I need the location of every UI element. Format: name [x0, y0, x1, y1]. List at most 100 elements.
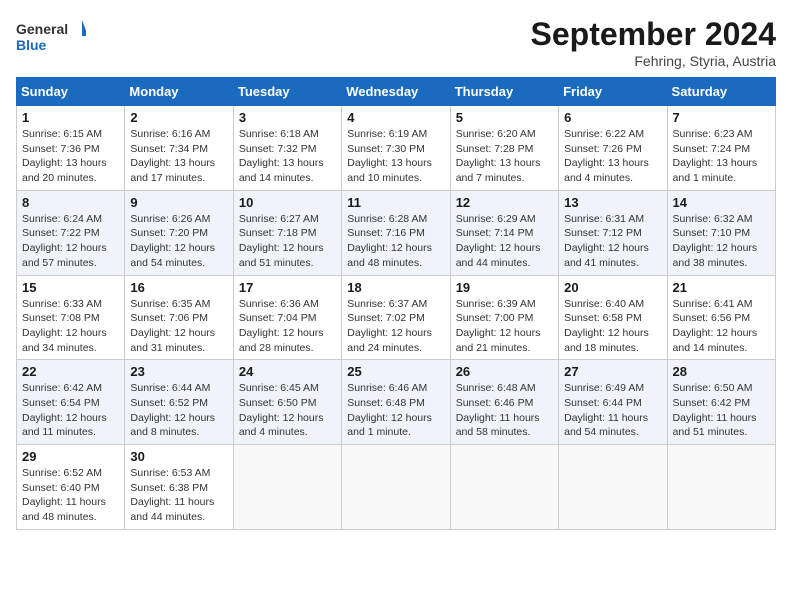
table-row: 22 Sunrise: 6:42 AMSunset: 6:54 PMDayligh…: [17, 360, 125, 445]
month-title: September 2024: [531, 16, 776, 53]
day-number: 29: [22, 449, 119, 464]
day-info: Sunrise: 6:44 AMSunset: 6:52 PMDaylight:…: [130, 381, 227, 440]
day-info: Sunrise: 6:41 AMSunset: 6:56 PMDaylight:…: [673, 297, 770, 356]
day-info: Sunrise: 6:50 AMSunset: 6:42 PMDaylight:…: [673, 381, 770, 440]
day-info: Sunrise: 6:24 AMSunset: 7:22 PMDaylight:…: [22, 212, 119, 271]
day-info: Sunrise: 6:18 AMSunset: 7:32 PMDaylight:…: [239, 127, 336, 186]
day-number: 8: [22, 195, 119, 210]
table-row: [450, 445, 558, 530]
table-row: [559, 445, 667, 530]
table-row: 30 Sunrise: 6:53 AMSunset: 6:38 PMDayligh…: [125, 445, 233, 530]
day-info: Sunrise: 6:46 AMSunset: 6:48 PMDaylight:…: [347, 381, 444, 440]
day-number: 11: [347, 195, 444, 210]
day-number: 3: [239, 110, 336, 125]
table-row: 27 Sunrise: 6:49 AMSunset: 6:44 PMDayligh…: [559, 360, 667, 445]
table-row: 21Sunrise: 6:41 AMSunset: 6:56 PMDayligh…: [667, 275, 775, 360]
day-info: Sunrise: 6:35 AMSunset: 7:06 PMDaylight:…: [130, 297, 227, 356]
table-row: 9 Sunrise: 6:26 AMSunset: 7:20 PMDaylight…: [125, 190, 233, 275]
day-number: 14: [673, 195, 770, 210]
day-info: Sunrise: 6:42 AMSunset: 6:54 PMDaylight:…: [22, 381, 119, 440]
day-info: Sunrise: 6:49 AMSunset: 6:44 PMDaylight:…: [564, 381, 661, 440]
table-row: 6Sunrise: 6:22 AMSunset: 7:26 PMDaylight…: [559, 106, 667, 191]
day-info: Sunrise: 6:23 AMSunset: 7:24 PMDaylight:…: [673, 127, 770, 186]
svg-text:Blue: Blue: [16, 37, 47, 53]
table-row: 17 Sunrise: 6:36 AMSunset: 7:04 PMDayligh…: [233, 275, 341, 360]
table-row: 19 Sunrise: 6:39 AMSunset: 7:00 PMDayligh…: [450, 275, 558, 360]
table-row: 3 Sunrise: 6:18 AMSunset: 7:32 PMDaylight…: [233, 106, 341, 191]
col-friday: Friday: [559, 78, 667, 106]
table-row: 24 Sunrise: 6:45 AMSunset: 6:50 PMDayligh…: [233, 360, 341, 445]
day-info: Sunrise: 6:39 AMSunset: 7:00 PMDaylight:…: [456, 297, 553, 356]
table-row: 4Sunrise: 6:19 AMSunset: 7:30 PMDaylight…: [342, 106, 450, 191]
day-info: Sunrise: 6:16 AMSunset: 7:34 PMDaylight:…: [130, 127, 227, 186]
day-number: 18: [347, 280, 444, 295]
day-info: Sunrise: 6:45 AMSunset: 6:50 PMDaylight:…: [239, 381, 336, 440]
day-number: 10: [239, 195, 336, 210]
day-number: 27: [564, 364, 661, 379]
logo: General Blue: [16, 16, 86, 56]
day-number: 23: [130, 364, 227, 379]
table-row: 8 Sunrise: 6:24 AMSunset: 7:22 PMDaylight…: [17, 190, 125, 275]
day-number: 13: [564, 195, 661, 210]
table-row: 10 Sunrise: 6:27 AMSunset: 7:18 PMDayligh…: [233, 190, 341, 275]
day-number: 24: [239, 364, 336, 379]
day-info: Sunrise: 6:27 AMSunset: 7:18 PMDaylight:…: [239, 212, 336, 271]
calendar-header-row: Sunday Monday Tuesday Wednesday Thursday…: [17, 78, 776, 106]
day-number: 17: [239, 280, 336, 295]
col-saturday: Saturday: [667, 78, 775, 106]
title-block: September 2024 Fehring, Styria, Austria: [531, 16, 776, 69]
table-row: 13 Sunrise: 6:31 AMSunset: 7:12 PMDayligh…: [559, 190, 667, 275]
col-wednesday: Wednesday: [342, 78, 450, 106]
table-row: [342, 445, 450, 530]
day-info: Sunrise: 6:31 AMSunset: 7:12 PMDaylight:…: [564, 212, 661, 271]
day-info: Sunrise: 6:20 AMSunset: 7:28 PMDaylight:…: [456, 127, 553, 186]
day-info: Sunrise: 6:33 AMSunset: 7:08 PMDaylight:…: [22, 297, 119, 356]
day-info: Sunrise: 6:29 AMSunset: 7:14 PMDaylight:…: [456, 212, 553, 271]
table-row: 20 Sunrise: 6:40 AMSunset: 6:58 PMDayligh…: [559, 275, 667, 360]
table-row: [233, 445, 341, 530]
calendar-table: Sunday Monday Tuesday Wednesday Thursday…: [16, 77, 776, 530]
day-number: 20: [564, 280, 661, 295]
table-row: 5 Sunrise: 6:20 AMSunset: 7:28 PMDaylight…: [450, 106, 558, 191]
table-row: 2 Sunrise: 6:16 AMSunset: 7:34 PMDaylight…: [125, 106, 233, 191]
day-number: 12: [456, 195, 553, 210]
table-row: 23 Sunrise: 6:44 AMSunset: 6:52 PMDayligh…: [125, 360, 233, 445]
table-row: 16Sunrise: 6:35 AMSunset: 7:06 PMDayligh…: [125, 275, 233, 360]
table-row: 18 Sunrise: 6:37 AMSunset: 7:02 PMDayligh…: [342, 275, 450, 360]
table-row: 14 Sunrise: 6:32 AMSunset: 7:10 PMDayligh…: [667, 190, 775, 275]
day-info: Sunrise: 6:28 AMSunset: 7:16 PMDaylight:…: [347, 212, 444, 271]
day-number: 26: [456, 364, 553, 379]
day-info: Sunrise: 6:52 AMSunset: 6:40 PMDaylight:…: [22, 466, 119, 525]
table-row: 1 Sunrise: 6:15 AMSunset: 7:36 PMDaylight…: [17, 106, 125, 191]
table-row: 25Sunrise: 6:46 AMSunset: 6:48 PMDayligh…: [342, 360, 450, 445]
day-number: 5: [456, 110, 553, 125]
day-number: 2: [130, 110, 227, 125]
day-info: Sunrise: 6:32 AMSunset: 7:10 PMDaylight:…: [673, 212, 770, 271]
day-number: 9: [130, 195, 227, 210]
day-number: 28: [673, 364, 770, 379]
day-info: Sunrise: 6:15 AMSunset: 7:36 PMDaylight:…: [22, 127, 119, 186]
day-number: 30: [130, 449, 227, 464]
location: Fehring, Styria, Austria: [531, 53, 776, 69]
day-number: 1: [22, 110, 119, 125]
day-info: Sunrise: 6:53 AMSunset: 6:38 PMDaylight:…: [130, 466, 227, 525]
day-number: 19: [456, 280, 553, 295]
table-row: 11 Sunrise: 6:28 AMSunset: 7:16 PMDayligh…: [342, 190, 450, 275]
day-number: 4: [347, 110, 444, 125]
day-number: 7: [673, 110, 770, 125]
day-info: Sunrise: 6:40 AMSunset: 6:58 PMDaylight:…: [564, 297, 661, 356]
day-info: Sunrise: 6:36 AMSunset: 7:04 PMDaylight:…: [239, 297, 336, 356]
day-info: Sunrise: 6:48 AMSunset: 6:46 PMDaylight:…: [456, 381, 553, 440]
col-tuesday: Tuesday: [233, 78, 341, 106]
table-row: 28 Sunrise: 6:50 AMSunset: 6:42 PMDayligh…: [667, 360, 775, 445]
table-row: [667, 445, 775, 530]
day-number: 22: [22, 364, 119, 379]
table-row: 12 Sunrise: 6:29 AMSunset: 7:14 PMDayligh…: [450, 190, 558, 275]
day-number: 15: [22, 280, 119, 295]
table-row: 15 Sunrise: 6:33 AMSunset: 7:08 PMDayligh…: [17, 275, 125, 360]
col-thursday: Thursday: [450, 78, 558, 106]
day-info: Sunrise: 6:37 AMSunset: 7:02 PMDaylight:…: [347, 297, 444, 356]
col-sunday: Sunday: [17, 78, 125, 106]
day-info: Sunrise: 6:26 AMSunset: 7:20 PMDaylight:…: [130, 212, 227, 271]
page-header: General Blue September 2024 Fehring, Sty…: [16, 16, 776, 69]
